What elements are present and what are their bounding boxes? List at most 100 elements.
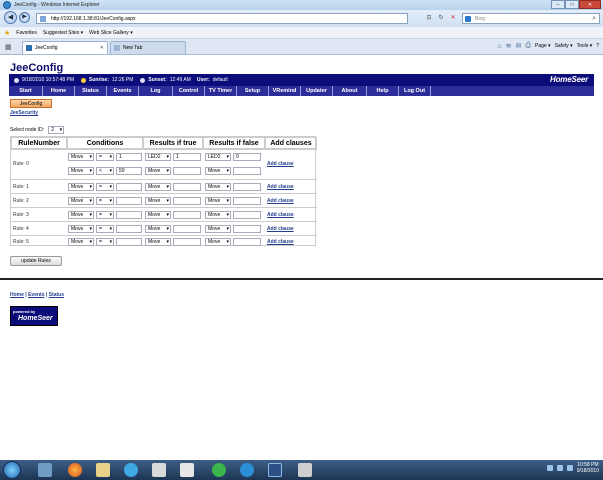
stop-icon[interactable]: ✕ xyxy=(448,13,458,23)
search-input[interactable]: Bing ⌕ xyxy=(462,13,600,24)
condition-operator-select[interactable]: < xyxy=(96,167,114,175)
result-true-value-input[interactable] xyxy=(173,197,201,205)
powered-by-logo[interactable]: powered by HomeSeer xyxy=(10,306,58,326)
menu-setup[interactable]: Setup xyxy=(237,86,269,96)
condition-operator-select[interactable]: = xyxy=(96,183,114,191)
node-id-select[interactable]: 2 xyxy=(48,126,65,134)
condition-operator-select[interactable]: = xyxy=(96,225,114,233)
compatibility-icon[interactable]: ⊡ xyxy=(424,13,434,23)
result-false-type-select[interactable]: Move xyxy=(205,167,231,175)
condition-operator-select[interactable]: = xyxy=(96,211,114,219)
result-false-value-input[interactable] xyxy=(233,211,261,219)
web-slice-gallery-link[interactable]: Web Slice Gallery ▾ xyxy=(89,30,133,36)
suggested-sites-link[interactable]: Suggested Sites ▾ xyxy=(43,30,83,36)
maximize-button[interactable]: □ xyxy=(565,0,579,9)
result-false-value-input[interactable] xyxy=(233,183,261,191)
condition-value-input[interactable] xyxy=(116,197,142,205)
condition-type-select[interactable]: Move xyxy=(68,238,94,246)
address-input[interactable]: http://192.168.1.38:81/JeeConfig.aspx xyxy=(36,13,408,24)
condition-type-select[interactable]: Move xyxy=(68,167,94,175)
result-false-value-input[interactable] xyxy=(233,167,261,175)
result-true-value-input[interactable] xyxy=(173,238,201,246)
result-true-value-input[interactable] xyxy=(173,211,201,219)
tab-close-icon[interactable]: ✕ xyxy=(100,42,104,54)
condition-operator-select[interactable]: = xyxy=(96,238,114,246)
condition-value-input[interactable] xyxy=(116,225,142,233)
close-button[interactable]: ✕ xyxy=(579,0,601,9)
clock[interactable]: 10:58 PM 9/18/2010 xyxy=(577,462,599,474)
condition-type-select[interactable]: Move xyxy=(68,211,94,219)
add-clause-link[interactable]: Add clause xyxy=(267,226,294,232)
firefox-icon[interactable] xyxy=(68,463,82,477)
condition-value-input[interactable] xyxy=(116,238,142,246)
mail-icon[interactable]: ✉ xyxy=(516,42,522,50)
tools-menu[interactable]: Tools ▾ xyxy=(577,43,593,49)
result-true-type-select[interactable]: Move xyxy=(145,167,171,175)
menu-updater[interactable]: Updater xyxy=(301,86,333,96)
result-true-value-input[interactable] xyxy=(173,225,201,233)
menu-home[interactable]: Home xyxy=(43,86,75,96)
result-false-type-select[interactable]: LED2 xyxy=(205,153,231,161)
add-clause-link[interactable]: Add clause xyxy=(267,161,294,167)
condition-type-select[interactable]: Move xyxy=(68,197,94,205)
result-true-type-select[interactable]: Move xyxy=(145,197,171,205)
add-clause-link[interactable]: Add clause xyxy=(267,184,294,190)
minimize-button[interactable]: – xyxy=(551,0,565,9)
tray-volume-icon[interactable] xyxy=(566,465,573,471)
result-false-type-select[interactable]: Move xyxy=(205,197,231,205)
result-true-type-select[interactable]: Move xyxy=(145,211,171,219)
start-orb-icon[interactable] xyxy=(3,461,21,479)
result-false-value-input[interactable]: 0 xyxy=(233,153,261,161)
add-clause-link[interactable]: Add clause xyxy=(267,239,294,245)
condition-operator-select[interactable]: = xyxy=(96,197,114,205)
ie-taskbar-icon[interactable] xyxy=(240,463,254,477)
menu-log[interactable]: Log xyxy=(139,86,173,96)
menu-events[interactable]: Events xyxy=(107,86,139,96)
footer-home-link[interactable]: Home xyxy=(10,292,24,298)
menu-log-out[interactable]: Log Out xyxy=(399,86,431,96)
forward-button[interactable]: ▶ xyxy=(19,12,30,23)
favorites-star-icon[interactable]: ★ xyxy=(4,29,10,37)
menu-about[interactable]: About xyxy=(333,86,367,96)
result-true-type-select[interactable]: LED2 xyxy=(145,153,171,161)
condition-type-select[interactable]: Move xyxy=(68,153,94,161)
help-menu[interactable]: ? xyxy=(596,43,599,49)
condition-type-select[interactable]: Move xyxy=(68,225,94,233)
tools-icon[interactable] xyxy=(298,463,312,477)
tray-network-icon[interactable] xyxy=(556,465,563,471)
java-icon[interactable] xyxy=(180,463,194,477)
print-icon[interactable]: ⎙ xyxy=(525,42,531,50)
explorer-folder-icon[interactable] xyxy=(96,463,110,477)
tray-flag-icon[interactable] xyxy=(546,465,553,471)
result-true-value-input[interactable] xyxy=(173,183,201,191)
menu-control[interactable]: Control xyxy=(173,86,205,96)
homeseer-taskbar-icon[interactable] xyxy=(268,463,282,477)
condition-type-select[interactable]: Move xyxy=(68,183,94,191)
result-false-type-select[interactable]: Move xyxy=(205,225,231,233)
quick-tabs-icon[interactable]: ▦ xyxy=(5,43,12,51)
result-true-value-input[interactable]: 1 xyxy=(173,153,201,161)
home-icon[interactable]: ⌂ xyxy=(497,43,501,50)
network-icon[interactable] xyxy=(38,463,52,477)
result-true-type-select[interactable]: Move xyxy=(145,238,171,246)
skype-icon[interactable] xyxy=(124,463,138,477)
tab-jeeconfig[interactable]: JeeConfig ✕ xyxy=(22,41,108,54)
footer-events-link[interactable]: Events xyxy=(28,292,44,298)
menu-tv-timer[interactable]: TV Timer xyxy=(205,86,237,96)
menu-status[interactable]: Status xyxy=(75,86,107,96)
notepad-icon[interactable] xyxy=(152,463,166,477)
result-false-value-input[interactable] xyxy=(233,225,261,233)
add-clause-link[interactable]: Add clause xyxy=(267,198,294,204)
result-true-type-select[interactable]: Move xyxy=(145,183,171,191)
update-rules-button[interactable]: update Rules xyxy=(10,256,62,266)
jeesecurity-link[interactable]: JeeSecurity xyxy=(10,110,38,116)
result-false-value-input[interactable] xyxy=(233,238,261,246)
result-false-type-select[interactable]: Move xyxy=(205,183,231,191)
favorites-button[interactable]: Favorites xyxy=(16,30,37,36)
menu-vremind[interactable]: VRemind xyxy=(269,86,301,96)
result-false-type-select[interactable]: Move xyxy=(205,211,231,219)
jeeconfig-button[interactable]: JeeConfig xyxy=(10,99,52,108)
menu-start[interactable]: Start xyxy=(9,86,43,96)
condition-value-input[interactable]: 50 xyxy=(116,167,142,175)
safety-menu[interactable]: Safety ▾ xyxy=(555,43,573,49)
